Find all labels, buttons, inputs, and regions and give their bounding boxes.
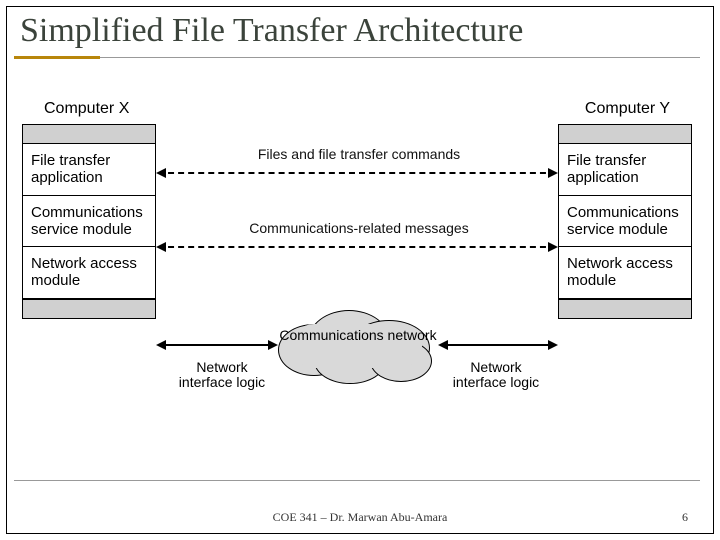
layer-net-access: Network access module [23,247,155,299]
stack-endcap [559,125,691,144]
footer-rule [14,480,700,481]
arrowhead-left-icon [156,242,166,252]
stack-endcap [23,299,155,318]
host-left-label: Computer X [44,100,129,118]
stack-endcap [23,125,155,144]
arrowhead-right-icon [548,242,558,252]
iface-left-label: Network interface logic [172,360,272,391]
arrow-files [158,172,556,174]
host-right-label: Computer Y [585,100,670,118]
stack-left: File transfer application Communications… [22,124,156,319]
layer-comm-service: Communications service module [559,196,691,248]
arrow-left-cloud [158,344,276,346]
arrow-right-cloud [440,344,556,346]
title-accent [14,56,100,59]
layer-file-transfer: File transfer application [559,144,691,196]
page-number: 6 [682,510,688,525]
layer-net-access: Network access module [559,247,691,299]
cloud-label: Communications network [278,328,438,343]
layer-file-transfer: File transfer application [23,144,155,196]
msg-files-label: Files and file transfer commands [224,146,494,162]
msg-comm-label: Communications-related messages [224,220,494,236]
arrowhead-right-icon [268,340,278,350]
footer-text: COE 341 – Dr. Marwan Abu-Amara [0,510,720,525]
arrow-comm [158,246,556,248]
title-rule [100,57,700,58]
slide-title: Simplified File Transfer Architecture [20,12,523,50]
network-cloud: Communications network [278,310,438,380]
architecture-diagram: Computer X Computer Y File transfer appl… [14,100,700,460]
arrowhead-right-icon [548,340,558,350]
arrowhead-left-icon [156,340,166,350]
arrowhead-right-icon [548,168,558,178]
stack-endcap [559,299,691,318]
arrowhead-left-icon [438,340,448,350]
iface-right-label: Network interface logic [446,360,546,391]
layer-comm-service: Communications service module [23,196,155,248]
stack-right: File transfer application Communications… [558,124,692,319]
arrowhead-left-icon [156,168,166,178]
